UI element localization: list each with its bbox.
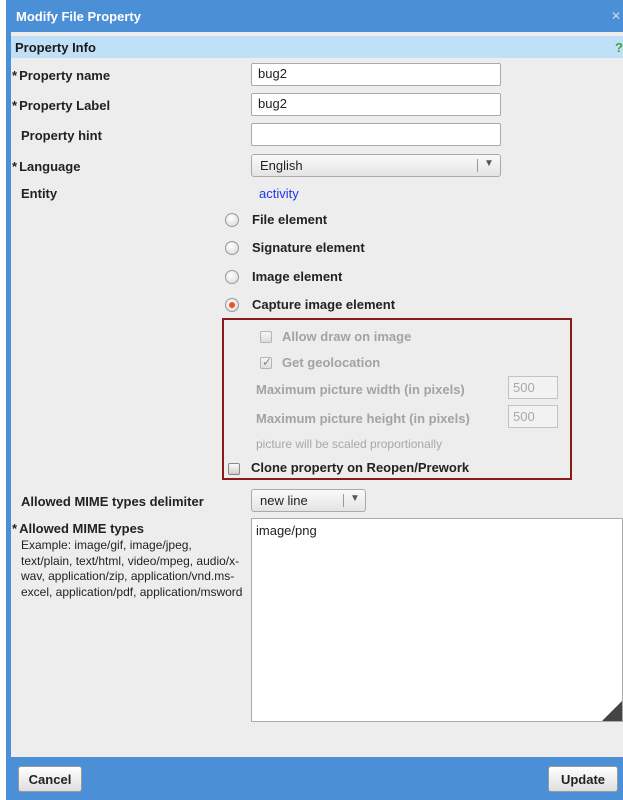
section-title: Property Info (15, 40, 96, 55)
entity-link[interactable]: activity (259, 186, 299, 201)
close-icon[interactable]: ✕ (611, 9, 621, 23)
allow-draw-label: Allow draw on image (282, 329, 412, 344)
chevron-down-icon: ▼ (484, 158, 494, 169)
cancel-button[interactable]: Cancel (18, 766, 82, 792)
allow-draw-checkbox[interactable] (260, 331, 272, 343)
property-label-label-text: Property Label (19, 98, 111, 113)
entity-label: Entity (21, 186, 58, 201)
property-label-input[interactable]: bug2 (251, 93, 501, 116)
radio-label: File element (252, 212, 328, 227)
capture-options-highlight: Allow draw on image Get geolocation Maxi… (222, 318, 572, 480)
property-label-label: * Property Label (12, 98, 110, 113)
clone-property-checkbox[interactable] (228, 463, 240, 475)
radio-icon[interactable] (225, 241, 239, 255)
language-select[interactable]: English ▼ (251, 154, 501, 177)
update-button[interactable]: Update (548, 766, 618, 792)
mime-types-textarea[interactable]: image/png (251, 518, 623, 722)
dialog-title: Modify File Property (16, 9, 141, 24)
help-icon[interactable]: ? (615, 40, 623, 55)
language-label-text: Language (19, 159, 81, 174)
radio-icon[interactable] (225, 270, 239, 284)
select-separator (343, 494, 344, 507)
language-label: * Language (12, 159, 80, 174)
radio-label: Image element (252, 269, 343, 284)
max-width-label: Maximum picture width (in pixels) (256, 382, 465, 397)
modify-file-property-dialog: Modify File Property ✕ Property Info ? *… (6, 0, 623, 800)
property-hint-input[interactable] (251, 123, 501, 146)
dialog-titlebar: Modify File Property ✕ (6, 0, 623, 32)
property-name-label: * Property name (12, 68, 110, 83)
mime-delimiter-value: new line (260, 493, 308, 508)
mime-types-label-text: Allowed MIME types (19, 521, 145, 536)
required-mark: * (12, 98, 18, 113)
radio-label: Signature element (252, 240, 365, 255)
chevron-down-icon: ▼ (350, 493, 360, 504)
required-mark: * (12, 68, 18, 83)
mime-example-text: Example: image/gif, image/jpeg, text/pla… (21, 538, 243, 599)
max-height-label: Maximum picture height (in pixels) (256, 411, 470, 426)
mime-types-value: image/png (256, 523, 317, 538)
select-separator (477, 159, 478, 172)
clone-property-label: Clone property on Reopen/Prework (251, 460, 470, 475)
required-mark: * (12, 521, 18, 536)
get-geolocation-label: Get geolocation (282, 355, 381, 370)
mime-delimiter-select[interactable]: new line ▼ (251, 489, 366, 512)
property-hint-label: Property hint (21, 128, 102, 143)
property-name-input[interactable]: bug2 (251, 63, 501, 86)
resize-handle-icon[interactable] (602, 701, 622, 721)
required-mark: * (12, 159, 18, 174)
language-select-value: English (260, 158, 303, 173)
dialog-content: Property Info ? * Property name bug2 * Pro… (11, 32, 623, 757)
radio-icon[interactable] (225, 213, 239, 227)
radio-label: Capture image element (252, 297, 396, 312)
max-width-input[interactable]: 500 (508, 376, 558, 399)
property-name-label-text: Property name (19, 68, 111, 83)
scale-note: picture will be scaled proportionally (256, 437, 443, 451)
section-header: Property Info ? (11, 36, 623, 58)
mime-delimiter-label: Allowed MIME types delimiter (21, 494, 204, 509)
radio-selected-icon[interactable] (225, 298, 239, 312)
mime-types-label: * Allowed MIME types (12, 521, 144, 536)
get-geolocation-checkbox[interactable] (260, 355, 272, 369)
max-height-input[interactable]: 500 (508, 405, 558, 428)
